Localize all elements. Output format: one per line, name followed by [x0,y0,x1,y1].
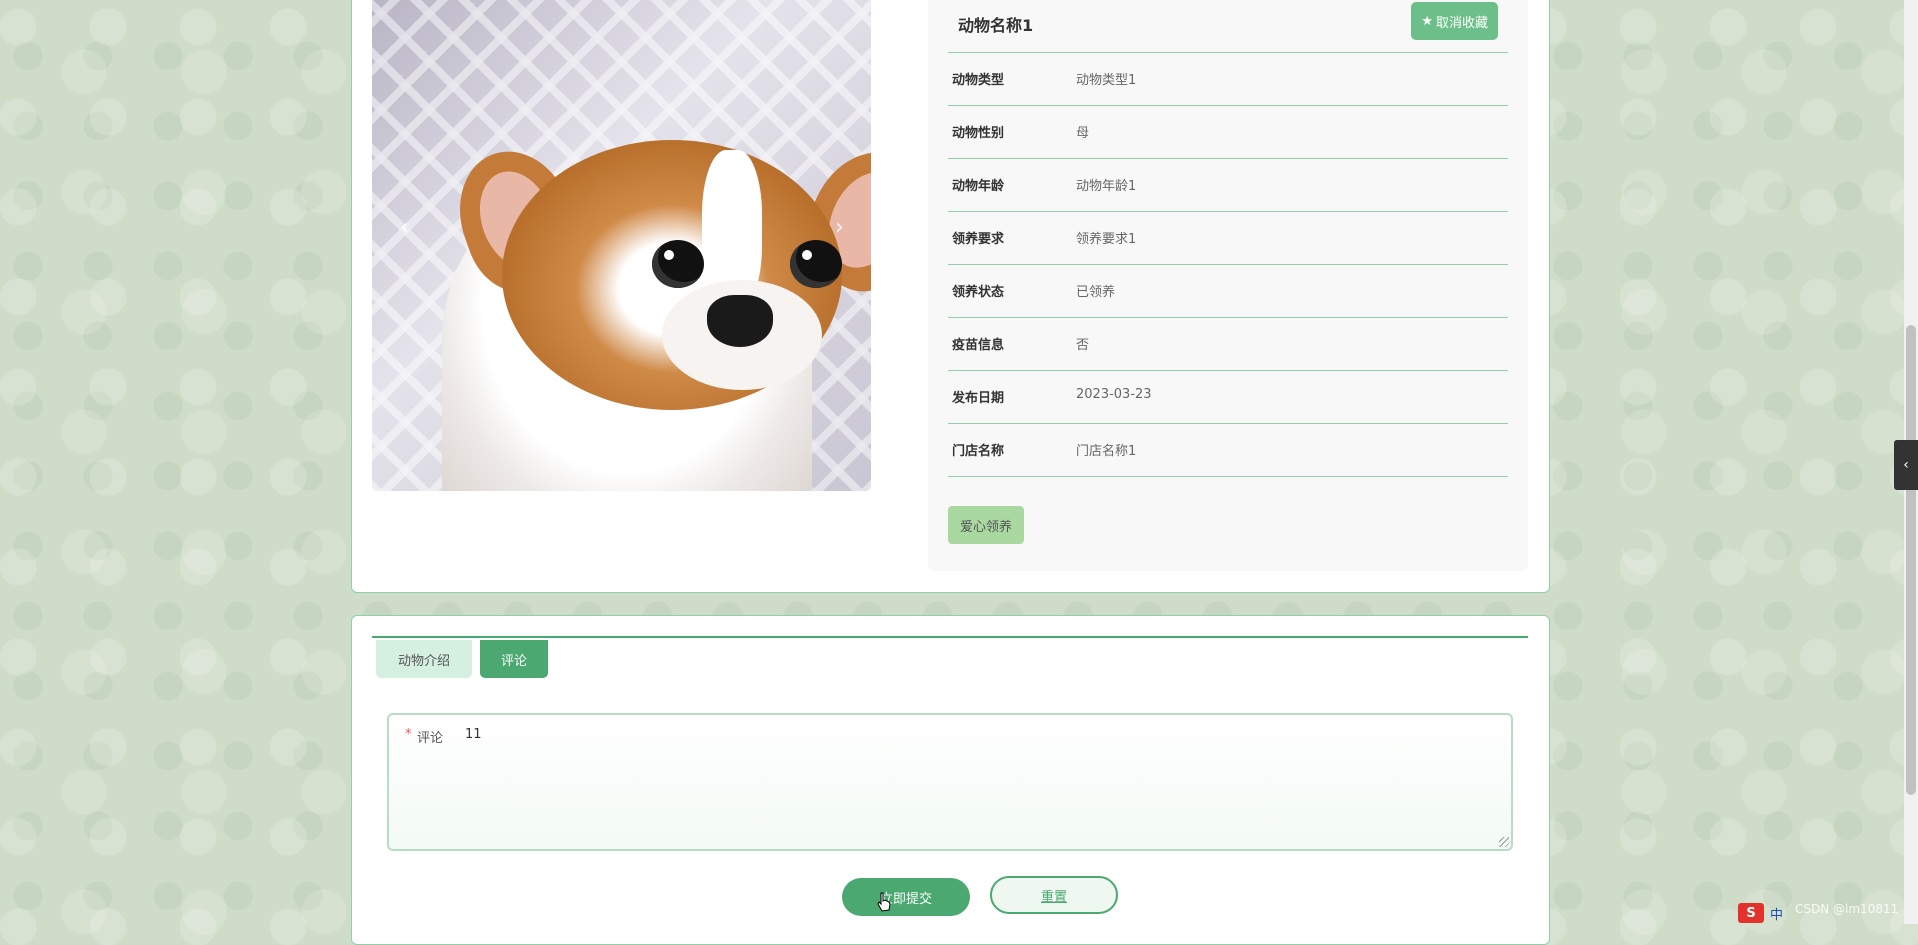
dog-head [502,140,842,410]
tab-comment[interactable]: 评论 [480,640,548,678]
dog-nose [707,295,773,347]
info-value: 门店名称1 [1076,444,1137,459]
info-label: 动物年龄 [952,179,1005,194]
resize-handle-icon[interactable] [1499,837,1509,847]
star-icon: ★ [1421,13,1433,29]
info-row-vaccine: 疫苗信息 否 [948,318,1508,371]
info-label: 门店名称 [952,444,1005,459]
unfavorite-label: 取消收藏 [1435,15,1488,31]
info-label: 领养状态 [952,285,1005,300]
hand-cursor-icon [877,892,891,912]
info-row-gender: 动物性别 母 [948,106,1508,159]
info-row-requirement: 领养要求 领养要求1 [948,212,1508,265]
carousel-dot-1[interactable] [591,460,603,471]
dog-eye-left [652,240,704,288]
info-label: 疫苗信息 [952,338,1005,353]
adopt-button[interactable]: 爱心领养 [948,506,1024,544]
info-value: 2023-03-23 [1076,387,1152,402]
title-row: 动物名称1 ★ 取消收藏 [948,0,1508,53]
info-value: 否 [1076,338,1090,353]
tab-animal-intro[interactable]: 动物介绍 [376,640,472,678]
carousel-next-icon[interactable]: › [835,215,844,240]
comment-textarea[interactable] [463,725,1497,841]
info-row-status: 领养状态 已领养 [948,265,1508,318]
info-value: 领养要求1 [1076,232,1137,247]
info-label: 发布日期 [952,391,1005,406]
submit-button[interactable]: 立即提交 [842,878,970,916]
ime-mode-indicator[interactable]: 中 [1770,904,1783,923]
tab-bar: 动物介绍 评论 [372,636,1528,678]
side-panel-toggle-icon[interactable]: ‹ [1894,440,1918,490]
watermark: CSDN @lm10811 [1795,902,1899,916]
info-row-type: 动物类型 动物类型1 [948,53,1508,106]
info-label: 领养要求 [952,232,1005,247]
info-value: 动物类型1 [1076,73,1137,88]
info-value: 母 [1076,126,1090,141]
carousel-prev-icon[interactable]: ‹ [400,215,409,240]
carousel-dot-3[interactable] [640,460,652,471]
image-carousel[interactable]: ‹ › [372,0,871,491]
comment-form-field: * 评论 [387,713,1513,851]
info-row-date: 发布日期 2023-03-23 [948,371,1508,424]
info-label: 动物性别 [952,126,1005,141]
info-value: 动物年龄1 [1076,179,1137,194]
unfavorite-button[interactable]: ★ 取消收藏 [1411,2,1498,40]
carousel-dot-2[interactable] [616,460,627,471]
reset-button[interactable]: 重置 [990,876,1118,914]
dog-photo [441,133,871,491]
animal-name-title: 动物名称1 [958,16,1034,35]
info-row-age: 动物年龄 动物年龄1 [948,159,1508,212]
info-value: 已领养 [1076,285,1116,300]
comment-label: 评论 [417,731,444,746]
info-label: 动物类型 [952,73,1005,88]
info-row-store: 门店名称 门店名称1 [948,424,1508,477]
scrollbar-thumb[interactable] [1906,325,1916,795]
carousel-indicators [372,456,871,475]
animal-info-panel: 动物名称1 ★ 取消收藏 动物类型 动物类型1 动物性别 母 动物年龄 动物年龄… [928,0,1528,571]
required-mark: * [405,727,412,742]
ime-toolbar: S 中 [1738,903,1783,923]
sogou-ime-icon[interactable]: S [1738,903,1764,923]
dog-eye-right [790,240,842,288]
